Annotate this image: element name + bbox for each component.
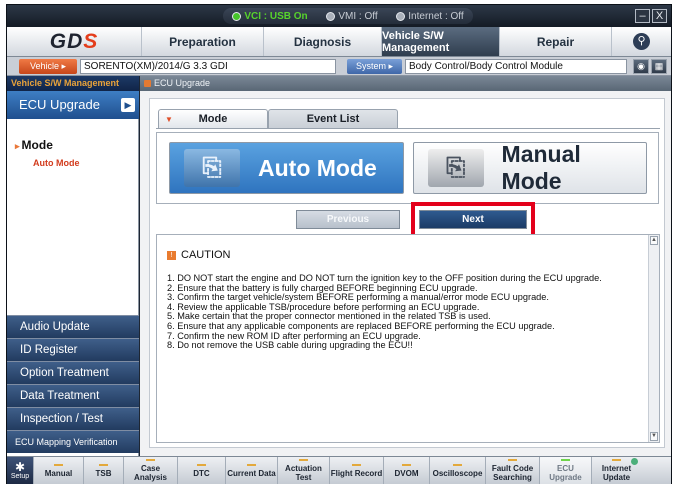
- sidebar-item-audio-update[interactable]: Audio Update: [7, 315, 139, 338]
- tab-repair[interactable]: Repair: [499, 27, 611, 56]
- next-button[interactable]: Next: [419, 210, 527, 229]
- tool-indicator: [561, 459, 570, 461]
- sidebar-menu: Audio Update ID Register Option Treatmen…: [7, 315, 139, 453]
- caution-list: 1. DO NOT start the engine and DO NOT tu…: [167, 273, 647, 351]
- sidebar-item-auto-mode[interactable]: Auto Mode: [33, 158, 80, 168]
- ecu-auto-icon: ⎘: [184, 149, 240, 187]
- notification-badge: [631, 458, 638, 465]
- connection-status: VCI : USB On VMI : Off Internet : Off: [223, 8, 473, 24]
- triangle-icon: ▸: [15, 141, 20, 151]
- tool-indicator: [99, 463, 108, 466]
- sidebar-mode-heading[interactable]: ▸ Mode: [15, 138, 53, 152]
- sidebar-item-ecu-mapping-verification[interactable]: ECU Mapping Verification: [7, 430, 139, 453]
- tool-actuation-test[interactable]: Actuation Test: [277, 457, 329, 484]
- caution-scrollbar[interactable]: ▲ ▼: [648, 235, 659, 442]
- breadcrumb: ECU Upgrade: [140, 76, 671, 91]
- setup-button[interactable]: ✱ Setup: [7, 457, 33, 484]
- status-bar: VCI : USB On VMI : Off Internet : Off – …: [7, 5, 671, 27]
- gds-logo: GD S: [49, 29, 99, 53]
- tab-diagnosis[interactable]: Diagnosis: [263, 27, 381, 56]
- sidebar-item-label: ECU Upgrade: [19, 97, 100, 112]
- vci-status-icon: [232, 11, 242, 21]
- search-button[interactable]: ⚲: [611, 27, 671, 56]
- vehicle-info-bar: Vehicle ▸ SORENTO(XM)/2014/G 3.3 GDI Sys…: [7, 57, 671, 76]
- tool-indicator: [247, 463, 256, 466]
- main-navigation: GD S Preparation Diagnosis Vehicle S/W Ma…: [7, 27, 671, 57]
- camera-icon[interactable]: ◉: [633, 59, 649, 74]
- tab-vehicle-sw-management[interactable]: Vehicle S/W Management: [381, 27, 499, 56]
- tool-dvom[interactable]: DVOM: [383, 457, 429, 484]
- sidebar-item-inspection-test[interactable]: Inspection / Test: [7, 407, 139, 430]
- internet-status: Internet : Off: [396, 11, 464, 22]
- tool-current-data[interactable]: Current Data: [225, 457, 277, 484]
- tool-manual[interactable]: Manual: [33, 457, 83, 484]
- scroll-up-icon[interactable]: ▲: [650, 236, 658, 245]
- tool-indicator: [508, 459, 517, 461]
- caution-panel: ! CAUTION 1. DO NOT start the engine and…: [156, 234, 660, 443]
- tool-indicator: [402, 463, 411, 466]
- tool-indicator: [352, 463, 361, 466]
- tool-indicator: [197, 463, 206, 466]
- save-icon[interactable]: ▦: [651, 59, 667, 74]
- scroll-down-icon[interactable]: ▼: [650, 432, 658, 441]
- sidebar: Vehicle S/W Management ECU Upgrade ▶ ▸ Mo…: [7, 76, 139, 456]
- tool-indicator: [453, 463, 462, 466]
- manual-mode-button[interactable]: ⎘ Manual Mode: [413, 141, 647, 194]
- vmi-status-icon: [326, 11, 336, 21]
- vehicle-select-button[interactable]: Vehicle ▸: [19, 59, 77, 74]
- tab-preparation[interactable]: Preparation: [141, 27, 263, 56]
- close-button[interactable]: X: [652, 9, 667, 23]
- window-controls: – X: [635, 9, 667, 23]
- sidebar-item-id-register[interactable]: ID Register: [7, 338, 139, 361]
- tool-case-analysis[interactable]: Case Analysis: [123, 457, 177, 484]
- internet-status-icon: [396, 11, 406, 21]
- minimize-button[interactable]: –: [635, 9, 650, 23]
- triangle-down-icon: ▼: [165, 114, 173, 124]
- tool-dtc[interactable]: DTC: [177, 457, 225, 484]
- main-panel: ECU Upgrade ▼ Mode Event List ⎘ Auto Mode…: [140, 76, 671, 456]
- tool-indicator: [299, 459, 308, 461]
- tool-tsb[interactable]: TSB: [83, 457, 123, 484]
- tool-internet-update[interactable]: Internet Update: [591, 457, 641, 484]
- ecu-manual-icon: ⎘: [428, 149, 484, 187]
- breadcrumb-icon: [144, 80, 151, 87]
- tab-event-list[interactable]: Event List: [268, 109, 398, 128]
- chevron-right-icon: ▶: [121, 98, 135, 112]
- tool-indicator: [54, 463, 63, 466]
- sidebar-item-option-treatment[interactable]: Option Treatment: [7, 361, 139, 384]
- tool-indicator: [146, 459, 155, 461]
- sidebar-item-ecu-upgrade[interactable]: ECU Upgrade ▶: [7, 91, 139, 119]
- sidebar-item-data-treatment[interactable]: Data Treatment: [7, 384, 139, 407]
- tool-ecu-upgrade[interactable]: ECU Upgrade: [539, 457, 591, 484]
- caution-item: 8. Do not remove the USB cable during up…: [167, 340, 413, 351]
- tool-indicator: [612, 459, 621, 461]
- previous-button[interactable]: Previous: [296, 210, 400, 229]
- system-select-button[interactable]: System ▸: [347, 59, 402, 74]
- sidebar-title: Vehicle S/W Management: [7, 76, 139, 91]
- tool-oscilloscope[interactable]: Oscilloscope: [429, 457, 485, 484]
- vehicle-field: SORENTO(XM)/2014/G 3.3 GDI: [80, 59, 336, 74]
- system-field: Body Control/Body Control Module: [405, 59, 627, 74]
- content-area: ▼ Mode Event List ⎘ Auto Mode ⎘ Manual Mo…: [149, 98, 665, 448]
- caution-heading: ! CAUTION: [167, 249, 231, 261]
- mode-selection-box: ⎘ Auto Mode ⎘ Manual Mode: [156, 132, 659, 204]
- gds-window: VCI : USB On VMI : Off Internet : Off – …: [6, 4, 672, 484]
- vmi-status: VMI : Off: [326, 11, 378, 22]
- tool-flight-record[interactable]: Flight Record: [329, 457, 383, 484]
- tab-mode[interactable]: ▼ Mode: [158, 109, 268, 128]
- tab-divider: [156, 128, 660, 129]
- gear-icon: ✱: [14, 460, 26, 474]
- vci-status: VCI : USB On: [232, 11, 308, 22]
- search-icon: ⚲: [633, 33, 650, 50]
- auto-mode-button[interactable]: ⎘ Auto Mode: [169, 142, 404, 194]
- warning-icon: !: [167, 250, 176, 260]
- tool-bar: ✱ Setup Manual TSB Case Analysis DTC Cur…: [7, 456, 671, 484]
- tool-fault-code-searching[interactable]: Fault Code Searching: [485, 457, 539, 484]
